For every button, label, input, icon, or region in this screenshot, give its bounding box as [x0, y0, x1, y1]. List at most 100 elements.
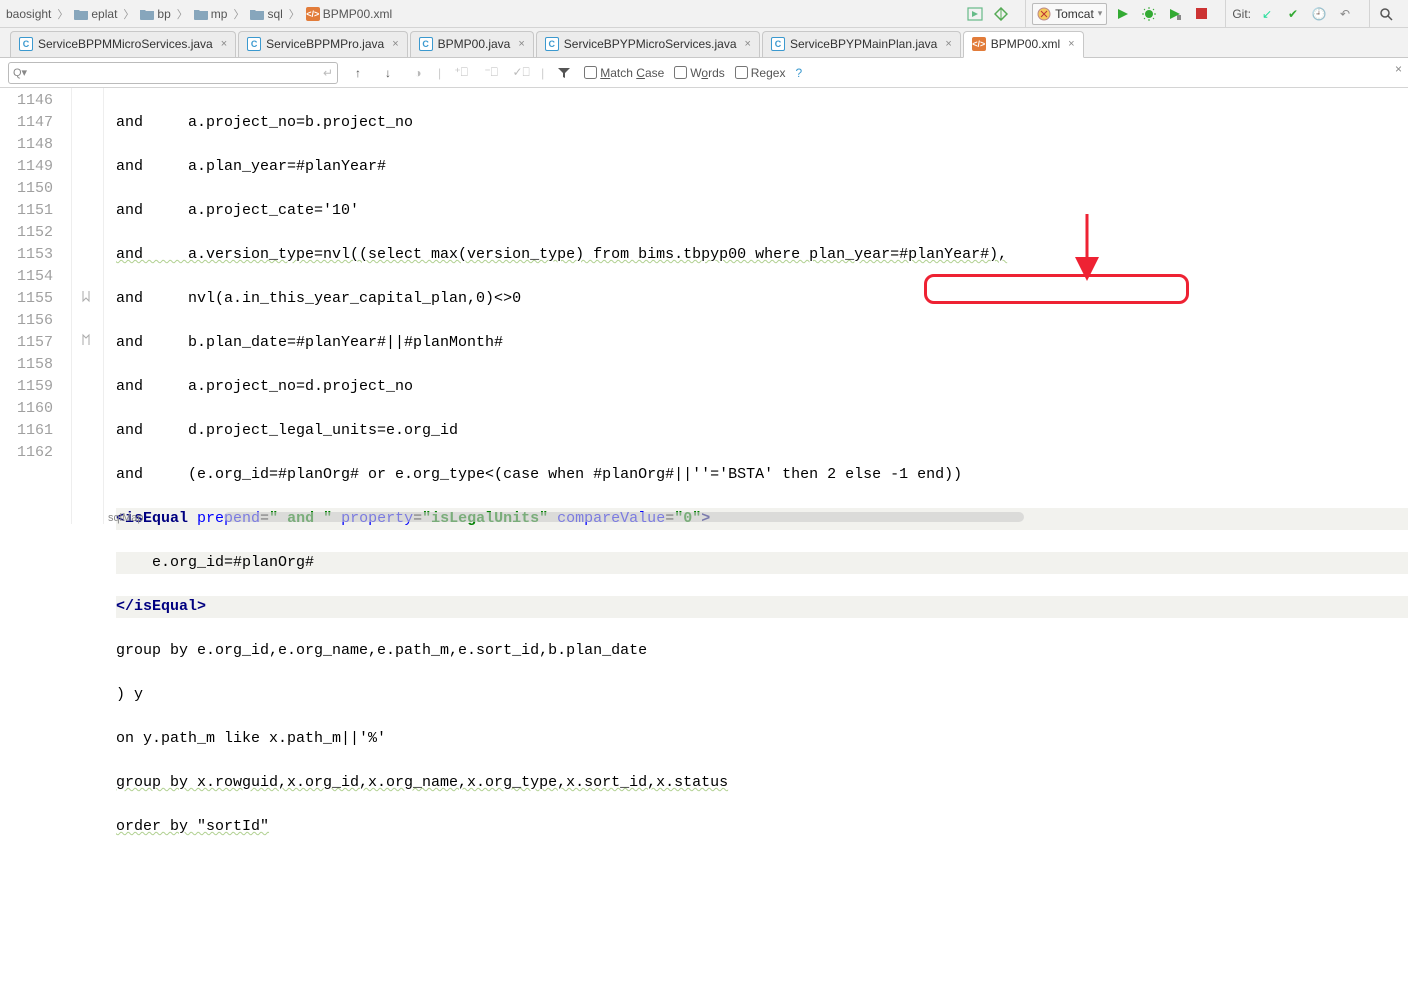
run-configuration-select[interactable]: Tomcat ▾ — [1032, 3, 1107, 25]
next-occurrence-icon[interactable]: ↓ — [378, 63, 398, 83]
line-number: 1146 — [0, 90, 53, 112]
select-occurrence-icon[interactable]: ◑ — [408, 63, 428, 83]
line-number: 1148 — [0, 134, 53, 156]
tab-label: BPMP00.xml — [991, 37, 1060, 51]
line-number: 1149 — [0, 156, 53, 178]
chevron-right-icon: 〉 — [57, 6, 68, 22]
prev-occurrence-icon[interactable]: ↑ — [348, 63, 368, 83]
find-input-wrap: Q▾ ↵ — [8, 62, 338, 84]
tab-servicebpypmicroservices-java[interactable]: C ServiceBPYPMicroServices.java × — [536, 31, 760, 57]
run-coverage-button[interactable] — [1165, 4, 1185, 24]
chevron-right-icon: 〉 — [233, 6, 244, 22]
chevron-right-icon: 〉 — [289, 6, 300, 22]
folder-icon — [140, 8, 154, 20]
tab-bpmp00-java[interactable]: C BPMP00.java × — [410, 31, 534, 57]
line-number: 1157 — [0, 332, 53, 354]
select-all-icon[interactable]: ✓⎕ — [511, 63, 531, 83]
run-anything-icon[interactable] — [965, 4, 985, 24]
folder-icon — [194, 8, 208, 20]
crumb-folder[interactable]: mp — [194, 7, 228, 21]
tab-label: ServiceBPPMPro.java — [266, 37, 384, 51]
xml-file-icon: </> — [972, 37, 986, 51]
crumb-file[interactable]: </> BPMP00.xml — [306, 7, 392, 21]
tab-servicebppmmicroservices-java[interactable]: C ServiceBPPMMicroServices.java × — [10, 31, 236, 57]
xml-tag: </isEqual> — [116, 598, 206, 615]
fold-gutter — [72, 88, 104, 524]
find-input[interactable] — [31, 66, 323, 80]
debug-button[interactable] — [1139, 4, 1159, 24]
build-icon[interactable] — [991, 4, 1011, 24]
line-number: 1156 — [0, 310, 53, 332]
close-find-icon[interactable]: × — [1395, 62, 1402, 76]
horizontal-scrollbar[interactable] — [224, 512, 1024, 522]
regex-checkbox[interactable]: Regex — [735, 66, 786, 80]
close-tab-icon[interactable]: × — [518, 38, 524, 50]
breadcrumb[interactable]: baosight 〉 eplat 〉 bp 〉 mp 〉 sql 〉 </> B… — [6, 6, 392, 22]
run-button[interactable] — [1113, 4, 1133, 24]
close-tab-icon[interactable]: × — [221, 38, 227, 50]
find-help-icon[interactable]: ? — [795, 66, 802, 80]
crumb-folder[interactable]: bp — [140, 7, 170, 21]
tab-label: BPMP00.java — [438, 37, 511, 51]
breadcrumb-footer[interactable]: sqlMap — [108, 512, 143, 524]
words-checkbox[interactable]: Words — [674, 66, 724, 80]
git-history-icon[interactable]: 🕘 — [1309, 4, 1329, 24]
line-number: 1159 — [0, 376, 53, 398]
fold-start-icon[interactable] — [80, 288, 92, 304]
git-commit-icon[interactable]: ✔ — [1283, 4, 1303, 24]
close-tab-icon[interactable]: × — [392, 38, 398, 50]
tab-bpmp00-xml[interactable]: </> BPMP00.xml × — [963, 31, 1084, 58]
tab-servicebppmpro-java[interactable]: CServiceBPPMPro.java× — [238, 31, 407, 57]
code-text: and a.project_no=b.project_no — [116, 114, 413, 131]
remove-selection-icon[interactable]: ⁻⎕ — [481, 63, 501, 83]
search-icon[interactable] — [1376, 4, 1396, 24]
tab-label: ServiceBPYPMainPlan.java — [790, 37, 937, 51]
line-number: 1160 — [0, 398, 53, 420]
match-case-checkbox[interactable]: Match Case — [584, 66, 664, 80]
line-number: 1155 — [0, 288, 53, 310]
add-selection-icon[interactable]: ⁺⎕ — [451, 63, 471, 83]
tab-label: ServiceBPYPMicroServices.java — [564, 37, 737, 51]
java-file-icon: C — [19, 37, 33, 51]
folder-icon — [250, 8, 264, 20]
annotation-arrow — [1072, 214, 1102, 284]
line-number: 1150 — [0, 178, 53, 200]
code-area[interactable]: and a.project_no=b.project_no and a.plan… — [104, 88, 1408, 524]
search-history-icon[interactable]: Q▾ — [13, 66, 27, 79]
crumb-folder[interactable]: sql — [250, 7, 282, 21]
code-text: and a.plan_year=#planYear# — [116, 158, 386, 175]
line-number: 1147 — [0, 112, 53, 134]
tab-label: ServiceBPPMMicroServices.java — [38, 37, 213, 51]
crumb-folder[interactable]: eplat — [74, 7, 117, 21]
tomcat-icon — [1037, 7, 1051, 21]
git-revert-icon[interactable]: ↶ — [1335, 4, 1355, 24]
java-file-icon: C — [419, 37, 433, 51]
editor-tabs: C ServiceBPPMMicroServices.java × C ServiceB… — [0, 28, 1408, 58]
code-text: and a.project_cate='10' — [116, 202, 359, 219]
filter-icon[interactable] — [554, 63, 574, 83]
code-text: group by e.org_id,e.org_name,e.path_m,e.… — [116, 642, 647, 659]
close-tab-icon[interactable]: × — [1068, 38, 1074, 50]
git-update-icon[interactable]: ↙ — [1257, 4, 1277, 24]
chevron-down-icon: ▾ — [1098, 8, 1103, 19]
line-number: 1161 — [0, 420, 53, 442]
code-text: and d.project_legal_units=e.org_id — [116, 422, 458, 439]
line-number: 1153 — [0, 244, 53, 266]
chevron-right-icon: 〉 — [123, 6, 134, 22]
code-text: group by x.rowguid,x.org_id,x.org_name,x… — [116, 774, 728, 791]
line-number: 1154 — [0, 266, 53, 288]
code-editor[interactable]: 1146114711481149115011511152115311541155… — [0, 88, 1408, 524]
java-file-icon: C — [545, 37, 559, 51]
code-text: e.org_id=#planOrg# — [116, 554, 314, 571]
stop-button[interactable] — [1191, 4, 1211, 24]
folder-icon — [74, 8, 88, 20]
close-tab-icon[interactable]: × — [745, 38, 751, 50]
crumb-root[interactable]: baosight — [6, 7, 51, 21]
close-tab-icon[interactable]: × — [945, 38, 951, 50]
fold-end-icon[interactable] — [80, 332, 92, 348]
code-text: on y.path_m like x.path_m||'%' — [116, 730, 386, 747]
code-text: and (e.org_id=#planOrg# or e.org_type<(c… — [116, 466, 962, 483]
tab-servicebpypmainplan-java[interactable]: CServiceBPYPMainPlan.java× — [762, 31, 961, 57]
git-label: Git: — [1232, 7, 1251, 21]
enter-hint-icon: ↵ — [323, 66, 333, 80]
